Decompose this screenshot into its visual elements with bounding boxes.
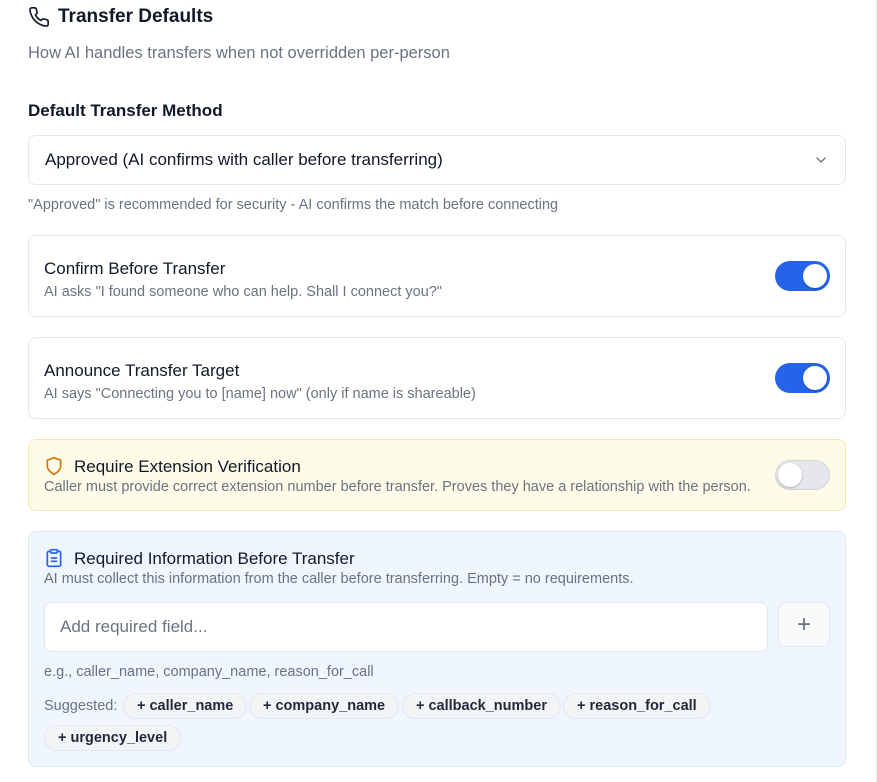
required-field-input[interactable] — [44, 602, 768, 652]
transfer-method-hint: "Approved" is recommended for security -… — [28, 197, 559, 213]
phone-icon — [28, 6, 50, 28]
announce-target-title: Announce Transfer Target — [44, 361, 240, 380]
announce-target-description: AI says "Connecting you to [name] now" (… — [44, 386, 476, 402]
plus-icon: + — [796, 610, 811, 638]
required-info-card: Required Information Before Transfer AI … — [28, 531, 846, 767]
shield-icon — [44, 456, 64, 476]
required-field-example: e.g., caller_name, company_name, reason_… — [44, 664, 374, 680]
confirm-before-transfer-title: Confirm Before Transfer — [44, 259, 226, 278]
confirm-before-transfer-description: AI asks "I found someone who can help. S… — [44, 284, 443, 300]
confirm-before-transfer-toggle[interactable] — [775, 261, 830, 291]
toggle-knob — [803, 366, 827, 390]
suggestion-chip-urgency-level[interactable]: + urgency_level — [44, 725, 182, 751]
suggested-label: Suggested: — [44, 698, 118, 714]
suggestion-chip-reason-for-call[interactable]: + reason_for_call — [563, 693, 711, 719]
page-subtitle: How AI handles transfers when not overri… — [28, 44, 450, 62]
extension-verification-toggle[interactable] — [775, 460, 830, 490]
extension-verification-card: Require Extension Verification Caller mu… — [28, 439, 846, 511]
suggestion-chip-company-name[interactable]: + company_name — [249, 693, 400, 719]
extension-verification-description: Caller must provide correct extension nu… — [44, 479, 751, 495]
required-info-title: Required Information Before Transfer — [74, 549, 355, 568]
transfer-method-label: Default Transfer Method — [28, 101, 223, 120]
suggestion-chip-callback-number[interactable]: + callback_number — [402, 693, 561, 719]
transfer-method-value: Approved (AI confirms with caller before… — [45, 150, 443, 169]
required-info-description: AI must collect this information from th… — [44, 571, 634, 587]
announce-target-card: Announce Transfer Target AI says "Connec… — [28, 337, 846, 419]
section-header: Transfer Defaults — [28, 6, 213, 28]
toggle-knob — [803, 264, 827, 288]
transfer-method-select[interactable]: Approved (AI confirms with caller before… — [28, 135, 846, 185]
announce-target-toggle[interactable] — [775, 363, 830, 393]
suggestion-chip-caller-name[interactable]: + caller_name — [123, 693, 248, 719]
clipboard-icon — [44, 548, 64, 568]
chevron-down-icon — [813, 152, 829, 168]
extension-verification-title: Require Extension Verification — [74, 457, 301, 476]
toggle-knob — [778, 463, 802, 487]
confirm-before-transfer-card: Confirm Before Transfer AI asks "I found… — [28, 235, 846, 317]
add-required-field-button[interactable]: + — [778, 602, 830, 647]
page-title: Transfer Defaults — [58, 6, 214, 27]
